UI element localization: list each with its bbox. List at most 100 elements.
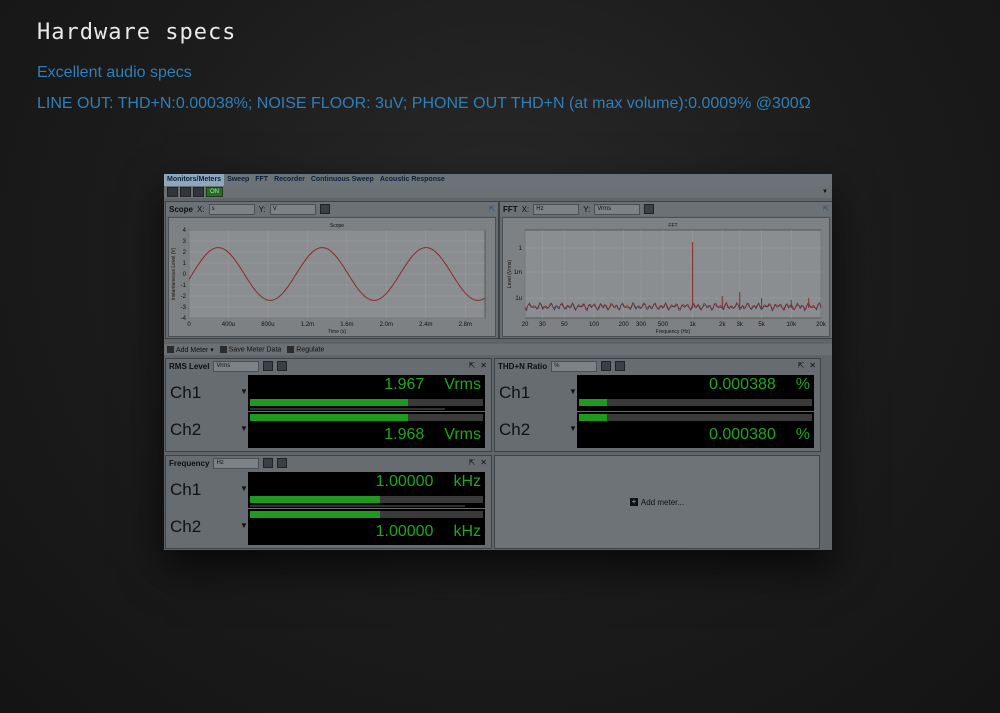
fft-chart-title: FFT xyxy=(668,223,677,229)
tab-recorder[interactable]: Recorder xyxy=(271,174,308,186)
fft-x-tick: 200 xyxy=(619,322,630,328)
add-meter-placeholder[interactable]: + Add meter... xyxy=(494,455,820,549)
scope-chart: Scope0 400u 800u 1.2m 1.6m 2.0m 2.4m 2.8m43210-… xyxy=(171,223,486,335)
tab-monitors-meters[interactable]: Monitors/Meters xyxy=(164,174,225,186)
scope-settings-icon[interactable] xyxy=(319,204,330,214)
freq-ch1-display: 1.00000 kHz xyxy=(248,472,485,508)
freq-ch2-level-bar xyxy=(250,511,483,518)
freq-ch2-level-fill xyxy=(250,511,381,518)
rms-chart-icon[interactable] xyxy=(263,361,274,371)
scope-x-tick: 0 xyxy=(187,322,191,328)
freq-chart-icon[interactable] xyxy=(263,458,274,468)
thd-ch1-value: 0.000388 xyxy=(709,376,776,393)
tools-icon[interactable] xyxy=(193,187,204,197)
on-toggle[interactable]: ON xyxy=(206,187,223,197)
scope-popout-icon[interactable]: ⇱ xyxy=(489,205,495,213)
grid-icon[interactable] xyxy=(180,187,191,197)
thd-popout-icon[interactable]: ⇱ xyxy=(798,361,805,370)
rms-ch2-display: 1.968 Vrms xyxy=(248,412,485,448)
thd-ch1-display: 0.000388% xyxy=(577,375,814,411)
thd-unit-select[interactable]: % xyxy=(551,360,598,372)
page-title: Hardware specs xyxy=(37,20,237,45)
scope-panel: Scope X: s Y: V ⇱ Scope 0 400u 800u 1.2m 1.6m… xyxy=(165,201,499,339)
thd-ch2-level-bar xyxy=(579,414,812,421)
save-meter-data-button[interactable]: Save Meter Data xyxy=(219,345,281,353)
scope-y-tick: -4 xyxy=(181,316,187,322)
thd-settings-icon[interactable] xyxy=(615,361,626,371)
scope-y-tick: 3 xyxy=(183,239,187,245)
plus-icon: + xyxy=(629,497,638,506)
fft-x-label: X: xyxy=(521,204,530,214)
freq-popout-icon[interactable]: ⇱ xyxy=(469,458,476,467)
thd-ch1-dropdown-icon[interactable]: ▼ xyxy=(569,387,577,396)
freq-unit-select[interactable]: Hz xyxy=(213,457,260,469)
fft-plot: FFT 20 30 50 100 200 300 500 1k 2k 3k 5k 10k 20k 1 1m 1u… xyxy=(502,217,830,337)
rms-ch1-dropdown-icon[interactable]: ▼ xyxy=(240,387,248,396)
chevron-down-icon[interactable]: ▼ xyxy=(822,189,828,195)
rms-ch2-dropdown-icon[interactable]: ▼ xyxy=(240,424,248,433)
regulate-label: Regulate xyxy=(296,346,325,354)
rms-ch2-row: Ch2 ▼ 1.968 Vrms xyxy=(166,412,491,449)
freq-settings-icon[interactable] xyxy=(277,458,288,468)
tab-continuous-sweep[interactable]: Continuous Sweep xyxy=(308,174,377,186)
fft-settings-icon[interactable] xyxy=(644,204,655,214)
add-meter-button[interactable]: Add Meter ▾ xyxy=(167,346,214,354)
thd-ch1-level-bar xyxy=(579,399,812,406)
thd-ch2-unit: % xyxy=(795,426,810,443)
thd-ch2-value: 0.000380 xyxy=(709,426,776,443)
freq-ch1-dropdown-icon[interactable]: ▼ xyxy=(240,484,248,493)
rms-close-icon[interactable]: ✕ xyxy=(480,361,487,370)
freq-ch1-level-fill xyxy=(250,496,381,503)
freq-ch2-dropdown-icon[interactable]: ▼ xyxy=(240,521,248,530)
thd-chart-icon[interactable] xyxy=(601,361,612,371)
rms-level-panel: RMS Level Vrms ⇱ ✕ Ch1 ▼ 1.967 Vrms Ch2 ▼ … xyxy=(165,358,492,452)
fft-x-axis-label: Frequency (Hz) xyxy=(656,329,691,335)
thd-ch1-row: Ch1 ▼ 0.000388% xyxy=(495,375,820,412)
thd-ch2-display: 0.000380% xyxy=(577,412,814,448)
fft-y-tick: 1u xyxy=(515,296,522,302)
tab-acoustic-response[interactable]: Acoustic Response xyxy=(377,174,448,186)
rms-ch2-value: 1.968 xyxy=(384,426,425,443)
save-icon xyxy=(219,345,227,353)
rms-popout-icon[interactable]: ⇱ xyxy=(469,361,476,370)
tab-sweep[interactable]: Sweep xyxy=(224,174,252,186)
scope-y-label: Y: xyxy=(258,204,266,214)
fft-x-tick: 2k xyxy=(719,322,726,328)
rms-unit-select[interactable]: Vrms xyxy=(213,360,260,372)
freq-close-icon[interactable]: ✕ xyxy=(480,458,487,467)
rms-ch2-unit: Vrms xyxy=(444,426,481,443)
add-meter-text: Add meter... xyxy=(640,497,685,507)
scope-y-tick: -2 xyxy=(181,294,187,300)
rms-ch1-row: Ch1 ▼ 1.967 Vrms xyxy=(166,375,491,412)
fft-y-axis-label: Level (Vrms) xyxy=(507,260,513,288)
tab-fft[interactable]: FFT xyxy=(252,174,271,186)
scope-x-tick: 400u xyxy=(222,322,235,328)
freq-ch1-row: Ch1 ▼ 1.00000 kHz xyxy=(166,472,491,509)
rms-ch1-display: 1.967 Vrms xyxy=(248,375,485,411)
scope-x-tick: 2.0m xyxy=(380,322,393,328)
layout-icon[interactable] xyxy=(167,187,178,197)
rms-ch2-label: Ch2 xyxy=(170,420,202,439)
freq-ch1-label: Ch1 xyxy=(170,480,202,499)
fft-x-tick: 20k xyxy=(816,322,827,328)
scope-y-tick: 1 xyxy=(183,261,187,267)
fft-x-unit-select[interactable]: Hz xyxy=(533,203,580,215)
play-icon xyxy=(287,345,295,353)
freq-ch2-value: 1.00000 xyxy=(375,523,434,540)
scope-y-tick: 2 xyxy=(183,250,187,256)
thd-close-icon[interactable]: ✕ xyxy=(809,361,816,370)
scope-x-unit-select[interactable]: s xyxy=(208,203,255,215)
rms-ch2-level-bar xyxy=(250,414,483,421)
main-toolbar: ON ▼ xyxy=(164,186,832,198)
fft-y-unit-select[interactable]: Vrms xyxy=(594,203,641,215)
rms-ch1-value: 1.967 xyxy=(384,376,425,393)
scope-y-tick: 4 xyxy=(183,228,187,234)
add-meter-label: Add Meter xyxy=(176,346,209,354)
regulate-button[interactable]: Regulate xyxy=(287,345,325,354)
scope-y-unit-select[interactable]: V xyxy=(269,203,316,215)
fft-popout-icon[interactable]: ⇱ xyxy=(823,205,829,213)
scope-y-tick: 0 xyxy=(183,272,187,278)
rms-settings-icon[interactable] xyxy=(277,361,288,371)
scope-chart-title: Scope xyxy=(330,223,344,229)
thd-ch2-dropdown-icon[interactable]: ▼ xyxy=(569,424,577,433)
